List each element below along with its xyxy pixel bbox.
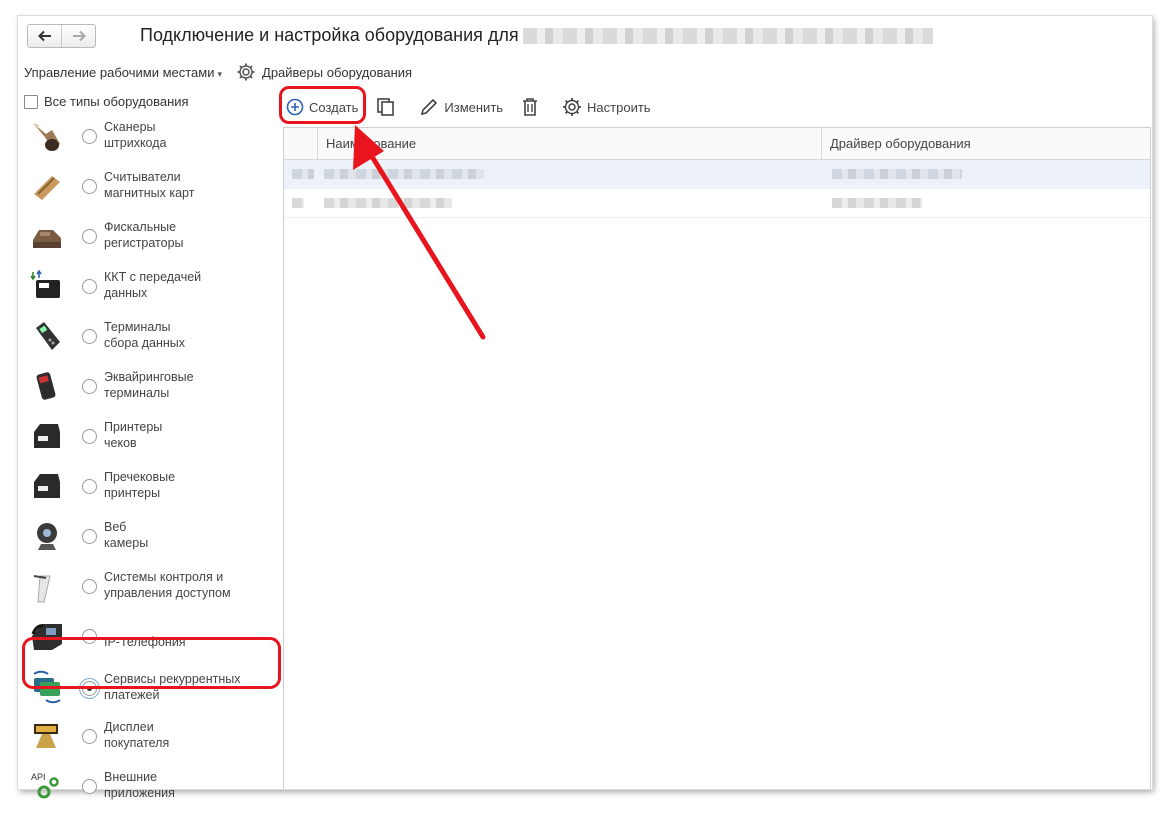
acquiring-terminal-icon — [36, 372, 56, 400]
workplaces-menu[interactable]: Управление рабочими местами ▾ — [24, 65, 222, 80]
device-type-label: Веб камеры — [104, 520, 149, 550]
device-type-radio[interactable] — [82, 429, 97, 444]
device-type-item[interactable]: API Внешние приложения — [18, 766, 280, 816]
redacted-organization-name — [522, 28, 933, 45]
device-type-label: Эквайринговые терминалы — [104, 370, 194, 400]
dropdown-arrow-icon: ▾ — [217, 68, 223, 79]
device-type-item[interactable]: Считыватели магнитных карт — [18, 166, 280, 216]
device-type-radio[interactable] — [82, 379, 97, 394]
receipt-printer-icon — [34, 424, 60, 448]
pencil-icon — [421, 98, 438, 116]
edit-button-label: Изменить — [444, 99, 504, 115]
checkbox-box[interactable] — [24, 94, 38, 109]
device-type-label: Сканеры штрихкода — [104, 120, 167, 150]
workplaces-menu-label: Управление рабочими местами — [24, 64, 215, 80]
data-terminal-icon — [36, 322, 60, 350]
forward-button[interactable] — [62, 25, 95, 47]
equipment-table: Наименование Драйвер оборудования — [283, 127, 1151, 789]
device-type-label: Внешние приложения — [104, 770, 175, 800]
turnstile-icon — [33, 575, 51, 603]
redacted-cell — [324, 169, 484, 179]
top-menu-row: Управление рабочими местами ▾ Драйверы об… — [24, 62, 412, 82]
table-row[interactable] — [284, 160, 1150, 189]
card-reader-icon — [34, 176, 60, 200]
device-type-item[interactable]: Пречековые принтеры — [18, 466, 280, 516]
device-type-radio[interactable] — [82, 479, 97, 494]
device-type-item[interactable]: Дисплеи покупателя — [18, 716, 280, 766]
device-type-item[interactable]: Принтеры чеков — [18, 416, 280, 466]
api-gear-icon: API — [31, 772, 59, 799]
device-type-item[interactable]: Эквайринговые терминалы — [18, 366, 280, 416]
all-types-checkbox[interactable]: Все типы оборудования — [24, 94, 189, 109]
copy-icon — [377, 98, 395, 116]
configure-button[interactable]: Настроить — [562, 97, 651, 117]
svg-text:API: API — [31, 772, 46, 782]
device-type-label: Пречековые принтеры — [104, 470, 176, 500]
device-type-item[interactable]: Системы контроля и управления доступом — [18, 566, 280, 616]
device-type-radio[interactable] — [82, 729, 97, 744]
copy-button[interactable] — [376, 97, 401, 117]
device-type-label: Принтеры чеков — [104, 420, 163, 450]
column-header-driver[interactable]: Драйвер оборудования — [822, 128, 1152, 159]
gear-icon — [563, 98, 582, 116]
webcam-icon — [37, 523, 57, 550]
device-type-label: ККТ с передачей данных — [104, 270, 202, 300]
create-button-annotation — [279, 86, 366, 124]
device-type-radio[interactable] — [82, 229, 97, 244]
device-type-radio[interactable] — [82, 279, 97, 294]
equipment-window: Подключение и настройка оборудования для… — [18, 16, 1152, 800]
device-type-label: Фискальные регистраторы — [104, 220, 184, 250]
device-type-radio[interactable] — [82, 529, 97, 544]
drivers-button[interactable]: Драйверы оборудования — [236, 62, 412, 82]
edit-button[interactable]: Изменить — [419, 97, 503, 117]
device-type-label: Дисплеи покупателя — [104, 720, 170, 750]
arrow-right-icon — [72, 30, 86, 42]
window-title: Подключение и настройка оборудования для — [140, 25, 933, 46]
device-type-radio[interactable] — [82, 179, 97, 194]
device-type-radio[interactable] — [82, 779, 97, 794]
online-cash-register-icon — [30, 270, 60, 298]
gear-icon — [237, 63, 255, 81]
column-header-name[interactable]: Наименование — [318, 128, 822, 159]
redacted-cell — [292, 198, 304, 208]
device-type-radio[interactable] — [82, 329, 97, 344]
device-type-radio[interactable] — [82, 129, 97, 144]
device-type-item[interactable]: ККТ с передачей данных — [18, 266, 280, 316]
fiscal-register-icon — [33, 230, 61, 248]
delete-button[interactable] — [521, 97, 544, 117]
customer-display-icon — [34, 724, 58, 748]
device-type-item[interactable]: Веб камеры — [18, 516, 280, 566]
device-type-item[interactable]: Терминалы сбора данных — [18, 316, 280, 366]
arrow-left-icon — [37, 30, 51, 42]
navigation-buttons — [27, 24, 96, 48]
redacted-cell — [292, 169, 314, 179]
redacted-cell — [832, 169, 962, 179]
barcode-scanner-icon — [33, 123, 60, 151]
device-type-label: Считыватели магнитных карт — [104, 170, 195, 200]
all-types-label: Все типы оборудования — [44, 94, 189, 109]
device-type-radio[interactable] — [82, 579, 97, 594]
device-type-item[interactable]: Фискальные регистраторы — [18, 216, 280, 266]
back-button[interactable] — [28, 25, 62, 47]
window-title-text: Подключение и настройка оборудования для — [140, 25, 519, 45]
table-header: Наименование Драйвер оборудования — [284, 128, 1150, 160]
drivers-button-label: Драйверы оборудования — [262, 64, 413, 80]
device-type-label: Системы контроля и управления доступом — [104, 570, 231, 600]
redacted-cell — [832, 198, 922, 208]
device-type-item[interactable]: Сканеры штрихкода — [18, 116, 280, 166]
redacted-cell — [324, 198, 452, 208]
configure-button-label: Настроить — [587, 99, 651, 115]
device-type-label: Терминалы сбора данных — [104, 320, 186, 350]
selected-item-annotation — [22, 637, 281, 689]
table-row[interactable] — [284, 189, 1150, 218]
header-icon-column — [284, 128, 318, 159]
trash-icon — [523, 98, 538, 116]
pre-receipt-printer-icon — [34, 474, 60, 498]
